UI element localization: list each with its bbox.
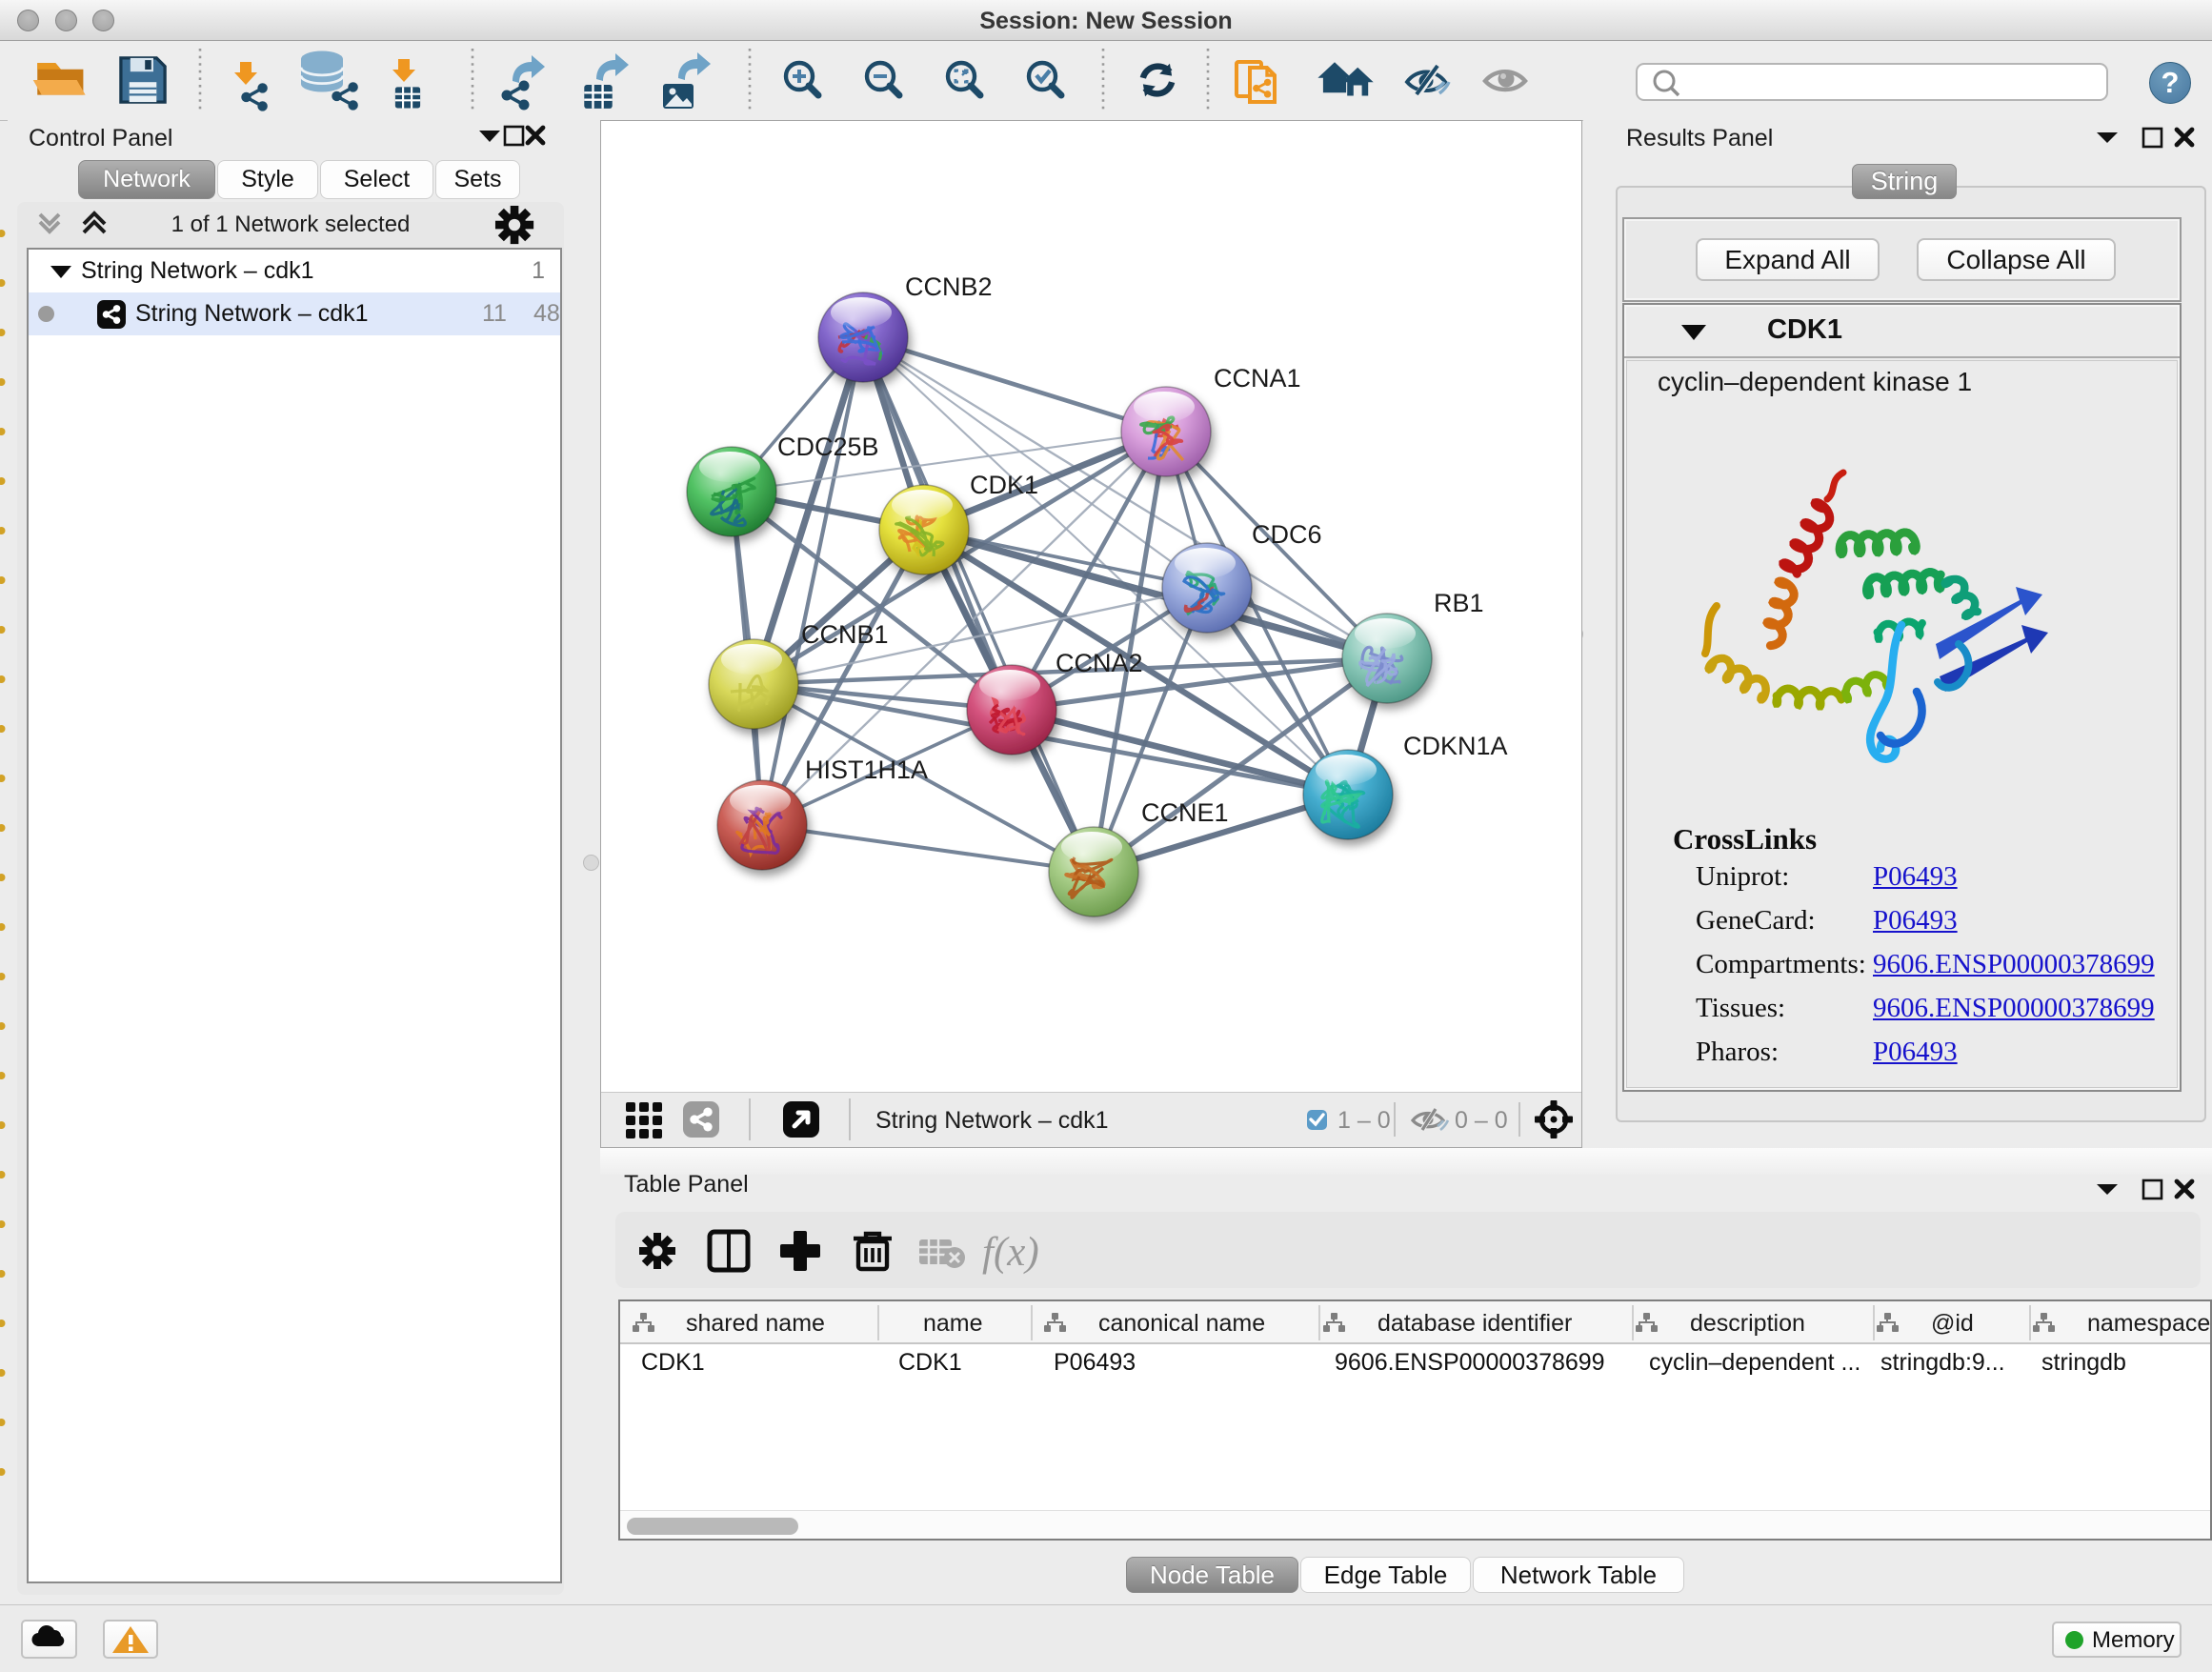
svg-text:name: name — [923, 1310, 983, 1337]
svg-text:CDKN1A: CDKN1A — [1403, 732, 1508, 760]
svg-text:CCNA1: CCNA1 — [1214, 364, 1301, 393]
svg-text:@id: @id — [1931, 1310, 1974, 1337]
svg-text:CCNB1: CCNB1 — [801, 620, 889, 649]
svg-text:canonical name: canonical name — [1098, 1310, 1265, 1337]
svg-text:namespace: namespace — [2087, 1310, 2210, 1337]
svg-text:f(x): f(x) — [982, 1230, 1039, 1275]
svg-text:1 – 0: 1 – 0 — [1337, 1107, 1391, 1134]
svg-text:0 – 0: 0 – 0 — [1455, 1107, 1508, 1134]
svg-text:CCNA2: CCNA2 — [1056, 649, 1143, 677]
svg-text:RB1: RB1 — [1434, 589, 1484, 617]
svg-text:CDC6: CDC6 — [1252, 520, 1322, 549]
svg-text:CCNE1: CCNE1 — [1141, 798, 1229, 827]
svg-text:CCNB2: CCNB2 — [905, 272, 993, 301]
svg-text:database identifier: database identifier — [1377, 1310, 1572, 1337]
svg-text:CDC25B: CDC25B — [777, 433, 879, 461]
svg-text:description: description — [1690, 1310, 1805, 1337]
svg-text:shared name: shared name — [686, 1310, 825, 1337]
svg-text:CDK1: CDK1 — [970, 471, 1038, 499]
svg-text:HIST1H1A: HIST1H1A — [805, 755, 928, 784]
svg-text:String Network – cdk1: String Network – cdk1 — [875, 1107, 1109, 1134]
